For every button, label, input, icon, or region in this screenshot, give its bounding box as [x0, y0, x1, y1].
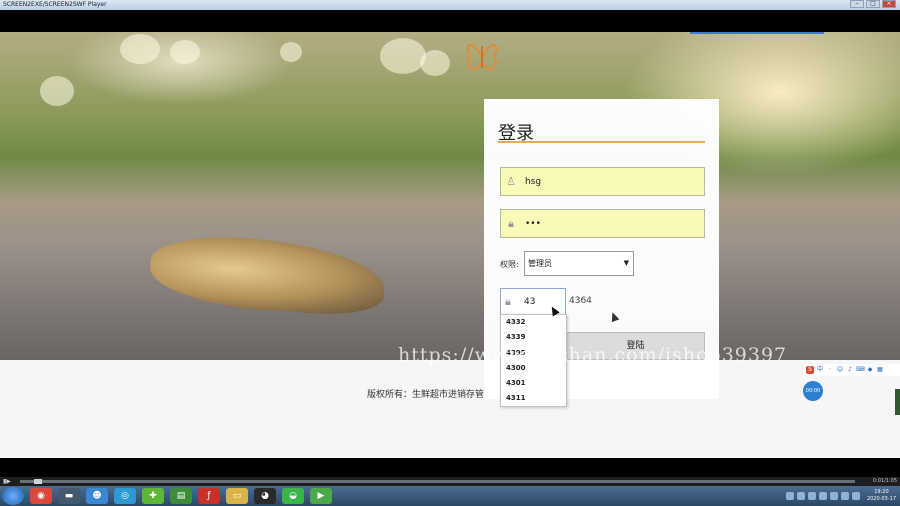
recorded-screen: 登录 ♙ hsg 🔒︎ ••• 权限: 管理员 ▼ 🔒︎ 43 4364 登陆 … [0, 32, 900, 458]
people-icon[interactable]: ☻ [86, 488, 108, 504]
progress-track[interactable] [20, 480, 855, 483]
tray-icon[interactable] [851, 492, 860, 500]
bokeh-light [420, 50, 450, 76]
window-controls: – □ × [850, 0, 896, 8]
wechat-icon[interactable]: ◒ [282, 488, 304, 504]
password-value: ••• [525, 218, 541, 229]
user-icon: ♙ [506, 174, 516, 188]
floating-bubble[interactable]: 00:00 [803, 381, 823, 401]
tray-icon[interactable] [807, 492, 816, 500]
ime-keyboard-icon[interactable]: ⌨ [856, 366, 865, 374]
chevron-down-icon: ▼ [623, 259, 629, 267]
folder-icon[interactable]: ▭ [226, 488, 248, 504]
bokeh-light [380, 38, 426, 74]
player-time: 0:01/1:05 [872, 478, 897, 484]
ime-emoji-icon[interactable]: ☺ [836, 366, 844, 374]
browser-icon[interactable]: ◎ [114, 488, 136, 504]
autocomplete-option[interactable]: 4311 [501, 391, 566, 406]
flash-icon[interactable]: ƒ [198, 488, 220, 504]
qq-icon[interactable]: ◕ [254, 488, 276, 504]
autocomplete-option[interactable]: 4332 [501, 315, 566, 330]
bokeh-light [120, 34, 160, 64]
taskbar: ◉ ▬ ☻ ◎ ✚ ▤ ƒ ▭ ◕ ◒ ▶ 19:20 2020-03-17 [0, 486, 900, 506]
role-select[interactable]: 管理员 ▼ [524, 251, 634, 276]
system-tray: 19:20 2020-03-17 [785, 486, 900, 506]
bokeh-light [40, 76, 74, 106]
tray-icon[interactable] [829, 492, 838, 500]
app-icon[interactable]: ✚ [142, 488, 164, 504]
clock-time: 19:20 [874, 489, 889, 495]
progress-thumb[interactable] [34, 479, 42, 484]
minimize-button[interactable]: – [850, 0, 864, 8]
ime-mode-icon[interactable]: 中 [816, 366, 824, 374]
bokeh-light [170, 40, 200, 64]
background-photo [0, 32, 900, 360]
watermark-text: https://www.huzhan.com/ishop39397 [398, 344, 788, 366]
side-tab[interactable] [895, 389, 900, 415]
player-controls: ▮▶ 0:01/1:05 [0, 477, 900, 486]
system-clock[interactable]: 19:20 2020-03-17 [867, 489, 896, 503]
player-icon[interactable]: ▶ [310, 488, 332, 504]
sogou-icon[interactable]: S [806, 366, 814, 374]
autocomplete-option[interactable]: 4301 [501, 376, 566, 391]
role-selected-value: 管理员 [528, 259, 552, 268]
tray-icon[interactable] [840, 492, 849, 500]
lock-icon: 🔒︎ [508, 216, 514, 230]
rock-image [147, 231, 388, 319]
tray-icon[interactable] [818, 492, 827, 500]
ime-tools-icon[interactable]: ▦ [876, 366, 884, 374]
play-button[interactable]: ▮▶ [3, 478, 11, 485]
window-title: SCREEN2EXE/SCREEN2SWF Player [3, 1, 107, 8]
tray-icon[interactable] [785, 492, 794, 500]
bokeh-light [280, 42, 302, 62]
username-field[interactable]: ♙ hsg [500, 167, 705, 196]
title-underline [498, 141, 705, 143]
password-field[interactable]: 🔒︎ ••• [500, 209, 705, 238]
media-icon[interactable]: ▬ [58, 488, 80, 504]
chrome-icon[interactable]: ◉ [30, 488, 52, 504]
username-value: hsg [525, 176, 542, 187]
lock-icon: 🔒︎ [505, 295, 511, 308]
window-titlebar: SCREEN2EXE/SCREEN2SWF Player – □ × [0, 0, 900, 10]
copyright-text: 版权所有：生鲜超市进销存管 [367, 390, 485, 400]
butterfly-logo-icon [466, 44, 498, 70]
tray-icon[interactable] [796, 492, 805, 500]
ime-voice-icon[interactable]: ♪ [846, 366, 854, 374]
clock-date: 2020-03-17 [866, 496, 896, 502]
start-button[interactable] [2, 487, 24, 505]
ime-toolbar[interactable]: S 中 · ☺ ♪ ⌨ ◆ ▦ [804, 364, 900, 376]
maximize-button[interactable]: □ [866, 0, 880, 8]
captcha-code[interactable]: 4364 [569, 296, 592, 306]
ime-punct-icon[interactable]: · [826, 366, 834, 374]
role-label: 权限: [500, 260, 519, 269]
close-button[interactable]: × [882, 0, 896, 8]
top-accent-line [690, 32, 824, 34]
ime-skin-icon[interactable]: ◆ [866, 366, 874, 374]
notepad-icon[interactable]: ▤ [170, 488, 192, 504]
captcha-input-value: 43 [524, 297, 536, 307]
